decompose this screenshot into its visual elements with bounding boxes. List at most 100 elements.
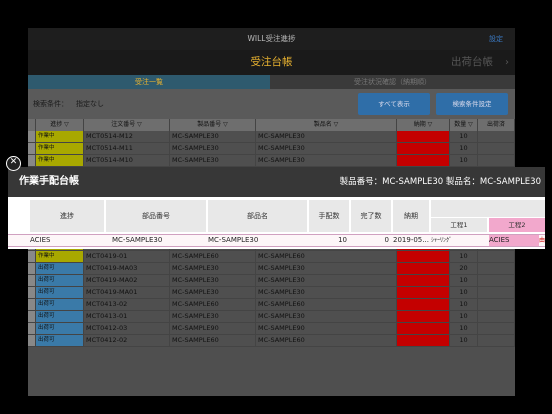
col-process-2[interactable]: 工程2 xyxy=(489,218,545,232)
cell-pname: MC-SAMPLE30 xyxy=(256,155,397,166)
cell-status: 出荷可 xyxy=(36,287,84,298)
row-marker xyxy=(28,275,36,286)
cell-due-date xyxy=(397,335,450,346)
table-row[interactable]: 作業中 MCT0514-M11 MC-SAMPLE30 MC-SAMPLE30 10 xyxy=(28,143,515,155)
header-shipped[interactable]: 出荷済 xyxy=(478,119,515,131)
cell-pnum: MC-SAMPLE30 xyxy=(170,131,256,142)
cell-quantity: 10 xyxy=(450,251,478,262)
row-process-3: 由 xyxy=(539,237,545,244)
cell-pnum: MC-SAMPLE30 xyxy=(170,143,256,154)
table-row[interactable]: 出荷可 MCT0419-MA03 MC-SAMPLE30 MC-SAMPLE30 20 xyxy=(28,263,515,275)
cell-pnum: MC-SAMPLE30 xyxy=(170,287,256,298)
table-row[interactable]: 出荷可 MCT0412-02 MC-SAMPLE60 MC-SAMPLE60 10 xyxy=(28,335,515,347)
nav-bar: 受注台帳 出荷台帳 › xyxy=(28,50,515,75)
cell-status: 作業中 xyxy=(36,143,84,154)
show-all-button[interactable]: すべて表示 xyxy=(358,93,430,115)
table-row[interactable]: 作業中 MCT0514-M10 MC-SAMPLE30 MC-SAMPLE30 10 xyxy=(28,155,515,167)
header-product-number[interactable]: 製品番号 ▽ xyxy=(170,119,256,131)
cell-status: 作業中 xyxy=(36,131,84,142)
tab-order-list[interactable]: 受注一覧 xyxy=(28,75,270,89)
col-order-count[interactable]: 手配数 xyxy=(309,200,349,232)
condition-value: 指定なし xyxy=(76,100,104,108)
header-marker xyxy=(28,119,36,131)
work-order-ledger-panel: 作業手配台帳 製品番号：MC-SAMPLE30 製品名：MC-SAMPLE30 … xyxy=(8,167,545,249)
cell-shipped xyxy=(478,335,515,346)
settings-link[interactable]: 設定 xyxy=(489,28,503,50)
cell-pname: MC-SAMPLE30 xyxy=(256,143,397,154)
cell-pname: MC-SAMPLE30 xyxy=(256,131,397,142)
header-quantity[interactable]: 数量 ▽ xyxy=(450,119,478,131)
row-marker xyxy=(28,131,36,142)
cell-pnum: MC-SAMPLE60 xyxy=(170,299,256,310)
header-product-name[interactable]: 製品名 ▽ xyxy=(256,119,397,131)
cell-shipped xyxy=(478,311,515,322)
cell-quantity: 10 xyxy=(450,287,478,298)
cell-pname: MC-SAMPLE30 xyxy=(256,263,397,274)
cell-order: MCT0419-MA01 xyxy=(84,287,170,298)
cell-status: 出荷可 xyxy=(36,263,84,274)
row-marker xyxy=(28,155,36,166)
col-process-group xyxy=(431,200,545,217)
row-part-number: MC-SAMPLE30 xyxy=(112,236,163,244)
col-done-count[interactable]: 完了数 xyxy=(351,200,391,232)
cell-shipped xyxy=(478,263,515,274)
page-title: 受注台帳 xyxy=(250,56,293,68)
cell-shipped xyxy=(478,275,515,286)
cell-quantity: 10 xyxy=(450,131,478,142)
col-part-name[interactable]: 部品名 xyxy=(208,200,307,232)
table-header: 進捗 ▽ 注文番号 ▽ 製品番号 ▽ 製品名 ▽ 納期 ▽ 数量 ▽ 出荷済 xyxy=(28,119,515,131)
table-row[interactable]: 出荷可 MCT0413-01 MC-SAMPLE30 MC-SAMPLE30 10 xyxy=(28,311,515,323)
chevron-right-icon[interactable]: › xyxy=(505,50,509,75)
row-marker xyxy=(28,299,36,310)
cell-order: MCT0412-03 xyxy=(84,323,170,334)
row-order-count: 10 xyxy=(338,236,347,244)
cell-quantity: 20 xyxy=(450,263,478,274)
app-title: WILL受注進捗 xyxy=(247,34,296,43)
cell-due-date xyxy=(397,131,450,142)
cell-pnum: MC-SAMPLE60 xyxy=(170,251,256,262)
table-row[interactable]: 作業中 MCT0514-M12 MC-SAMPLE30 MC-SAMPLE30 10 xyxy=(28,131,515,143)
table-row[interactable]: 作業中 MCT0419-01 MC-SAMPLE60 MC-SAMPLE60 10 xyxy=(28,251,515,263)
header-status[interactable]: 進捗 ▽ xyxy=(36,119,84,131)
cell-order: MCT0413-01 xyxy=(84,311,170,322)
header-order-number[interactable]: 注文番号 ▽ xyxy=(84,119,170,131)
cell-order: MCT0514-M10 xyxy=(84,155,170,166)
search-settings-button[interactable]: 検索条件設定 xyxy=(436,93,508,115)
cell-pname: MC-SAMPLE30 xyxy=(256,275,397,286)
cell-shipped xyxy=(478,299,515,310)
panel-title: 作業手配台帳 xyxy=(19,176,79,187)
panel-row[interactable]: ACIES MC-SAMPLE30 MC-SAMPLE30 10 0 2019-… xyxy=(8,234,545,247)
col-status[interactable]: 進捗 xyxy=(30,200,104,232)
row-marker xyxy=(28,143,36,154)
shipping-ledger-link[interactable]: 出荷台帳 xyxy=(451,50,493,75)
col-due-date[interactable]: 納期 xyxy=(393,200,429,232)
table-row[interactable]: 出荷可 MCT0419-MA01 MC-SAMPLE30 MC-SAMPLE30 10 xyxy=(28,287,515,299)
cell-quantity: 10 xyxy=(450,299,478,310)
cell-status: 作業中 xyxy=(36,251,84,262)
cell-pnum: MC-SAMPLE60 xyxy=(170,335,256,346)
cell-status: 出荷可 xyxy=(36,275,84,286)
cell-status: 出荷可 xyxy=(36,323,84,334)
cell-pnum: MC-SAMPLE30 xyxy=(170,311,256,322)
cell-due-date xyxy=(397,275,450,286)
table-row[interactable]: 出荷可 MCT0412-03 MC-SAMPLE90 MC-SAMPLE90 10 xyxy=(28,323,515,335)
row-due-date: 2019-05... xyxy=(393,236,429,244)
header-due-date[interactable]: 納期 ▽ xyxy=(397,119,450,131)
cell-due-date xyxy=(397,299,450,310)
row-process-2: ACIES xyxy=(489,235,539,246)
row-marker xyxy=(28,335,36,346)
cell-pname: MC-SAMPLE30 xyxy=(256,287,397,298)
table-row[interactable]: 出荷可 MCT0413-02 MC-SAMPLE60 MC-SAMPLE60 10 xyxy=(28,299,515,311)
table-row[interactable]: 出荷可 MCT0419-MA02 MC-SAMPLE30 MC-SAMPLE30 10 xyxy=(28,275,515,287)
row-marker xyxy=(28,263,36,274)
cell-pnum: MC-SAMPLE30 xyxy=(170,155,256,166)
cell-quantity: 10 xyxy=(450,155,478,166)
col-process-1[interactable]: 工程1 xyxy=(431,218,487,232)
cell-due-date xyxy=(397,311,450,322)
row-marker xyxy=(28,287,36,298)
close-icon[interactable]: ✕ xyxy=(6,156,21,171)
col-part-number[interactable]: 部品番号 xyxy=(106,200,206,232)
tab-order-status[interactable]: 受注状況確認（納期順） xyxy=(270,75,515,89)
cell-due-date xyxy=(397,155,450,166)
cell-quantity: 10 xyxy=(450,311,478,322)
